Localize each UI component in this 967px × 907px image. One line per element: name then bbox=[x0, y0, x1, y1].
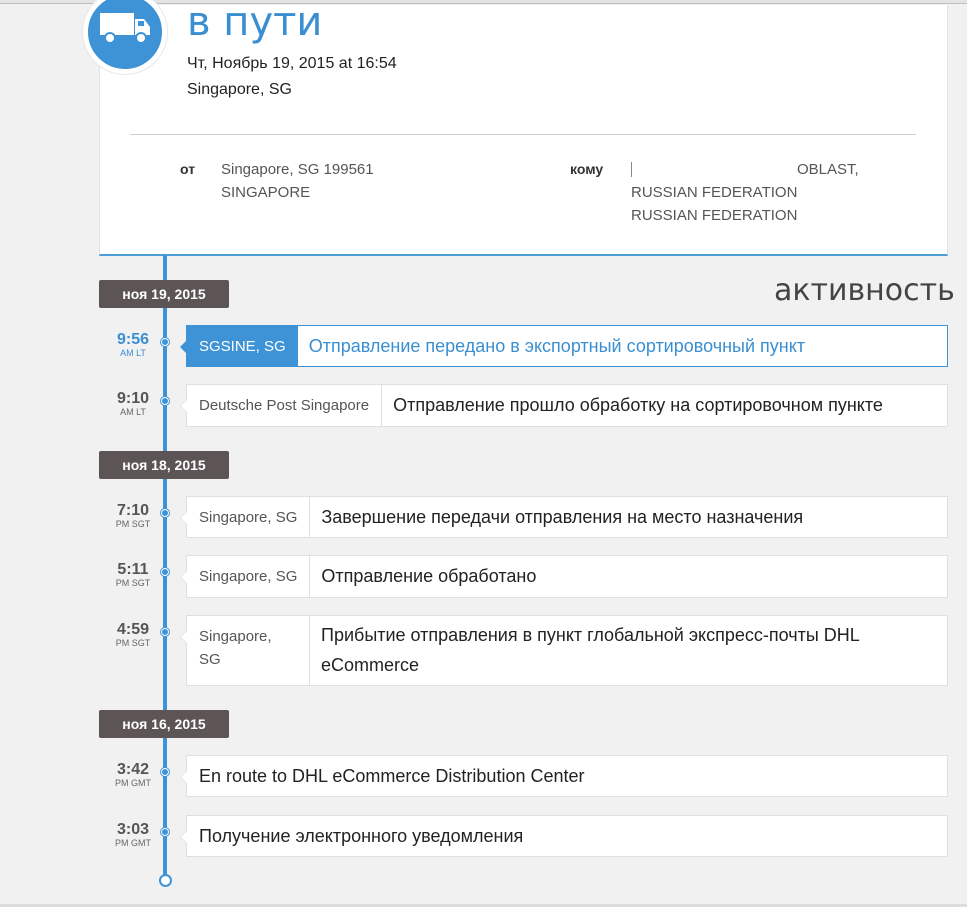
event-location: SGSINE, SG bbox=[187, 326, 298, 366]
status-location: Singapore, SG bbox=[187, 81, 292, 98]
event-description: Отправление передано в экспортный сортир… bbox=[308, 335, 806, 356]
to-address: OBLAST, RUSSIAN FEDERATION RUSSIAN FEDER… bbox=[631, 158, 871, 227]
from-address: Singapore, SG 199561 SINGAPORE bbox=[221, 158, 374, 204]
to-address-line: OBLAST, bbox=[797, 161, 859, 178]
timeline-dot bbox=[161, 768, 169, 776]
event-location: Singapore, SG bbox=[187, 616, 310, 685]
event-time: 3:03 PM GMT bbox=[115, 821, 151, 848]
event-description: Отправление прошло обработку на сортиров… bbox=[393, 395, 883, 415]
event-description: Прибытие отправления в пункт глобальной … bbox=[321, 625, 860, 675]
status-date: Чт, Ноябрь 19, 2015 at 16:54 bbox=[187, 55, 397, 72]
timeline-dot bbox=[161, 397, 169, 405]
event-time: 7:10 PM SGT bbox=[115, 502, 151, 529]
date-badge: ноя 19, 2015 bbox=[99, 280, 229, 308]
event-time: 4:59 PM SGT bbox=[115, 621, 151, 648]
event-description: Завершение передачи отправления на место… bbox=[321, 506, 804, 527]
event-row[interactable]: Singapore, SG Завершение передачи отправ… bbox=[180, 496, 948, 538]
activity-heading: активность bbox=[774, 273, 955, 308]
event-time: 5:11 PM SGT bbox=[115, 561, 151, 588]
from-address-line: SINGAPORE bbox=[221, 184, 311, 201]
event-row[interactable]: SGSINE, SG Отправление передано в экспор… bbox=[180, 325, 948, 367]
event-time: 3:42 PM GMT bbox=[115, 761, 151, 788]
timeline-dot bbox=[161, 509, 169, 517]
date-badge: ноя 18, 2015 bbox=[99, 451, 229, 479]
timeline-dot bbox=[161, 338, 169, 346]
timeline-dot bbox=[161, 568, 169, 576]
from-label: от bbox=[180, 161, 196, 177]
text-cursor bbox=[631, 162, 632, 177]
timeline-end-marker bbox=[159, 874, 172, 887]
truck-icon bbox=[100, 13, 150, 44]
event-time: 9:56 AM LT bbox=[116, 331, 150, 358]
event-row[interactable]: Singapore, SG Отправление обработано bbox=[180, 555, 948, 598]
event-location: Singapore, SG bbox=[187, 497, 311, 537]
event-row[interactable]: En route to DHL eCommerce Distribution C… bbox=[180, 755, 948, 797]
event-location: Deutsche Post Singapore bbox=[187, 385, 383, 426]
event-row[interactable]: Получение электронного уведомления bbox=[180, 815, 948, 857]
timeline-dot bbox=[161, 628, 169, 636]
event-description: Получение электронного уведомления bbox=[199, 825, 524, 846]
to-address-line: RUSSIAN FEDERATION bbox=[631, 184, 798, 201]
event-row[interactable]: Singapore, SG Прибытие отправления в пун… bbox=[180, 615, 948, 686]
to-address-line: RUSSIAN FEDERATION bbox=[631, 207, 798, 224]
event-description: Отправление обработано bbox=[321, 566, 537, 586]
timeline-line bbox=[163, 255, 167, 877]
from-address-line: Singapore, SG 199561 bbox=[221, 161, 374, 178]
status-title: в пути bbox=[187, 0, 323, 45]
divider bbox=[130, 134, 916, 135]
timeline-dot bbox=[161, 828, 169, 836]
event-row[interactable]: Deutsche Post Singapore Отправление прош… bbox=[180, 384, 948, 427]
event-description: En route to DHL eCommerce Distribution C… bbox=[199, 765, 585, 786]
event-time: 9:10 AM LT bbox=[116, 390, 150, 417]
event-location: Singapore, SG bbox=[187, 556, 311, 597]
date-badge: ноя 16, 2015 bbox=[99, 710, 229, 738]
to-label: кому bbox=[570, 161, 604, 177]
